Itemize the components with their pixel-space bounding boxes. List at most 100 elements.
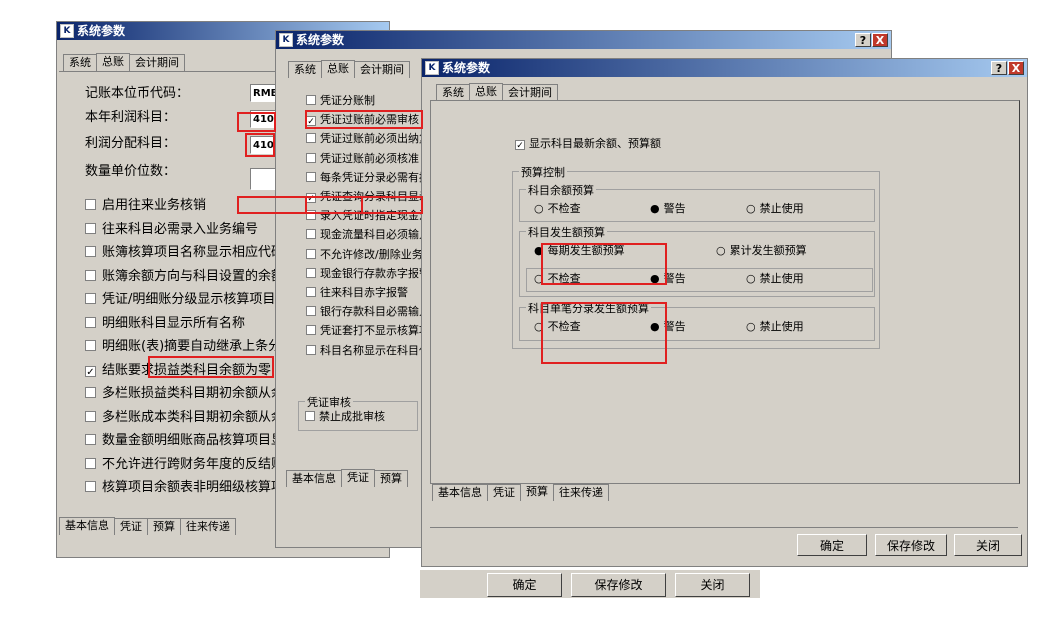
tab-period[interactable]: 会计期间 bbox=[354, 61, 410, 78]
ledger-option[interactable]: 明细账科目显示所有名称 bbox=[85, 312, 287, 336]
params-window-3: K 系统参数 ? X 系统 总账 会计期间 ✓ 显示科目最新余额、预算额 预算控制… bbox=[421, 58, 1028, 567]
checkbox-icon[interactable] bbox=[306, 171, 316, 182]
tab-system[interactable]: 系统 bbox=[63, 54, 97, 71]
checkbox-icon[interactable] bbox=[85, 457, 96, 469]
ledger-option[interactable]: 不允许进行跨财务年度的反结账 bbox=[85, 453, 287, 477]
tab-basic-info[interactable]: 基本信息 bbox=[432, 484, 488, 501]
checkbox-icon[interactable] bbox=[85, 316, 96, 328]
ok-button[interactable]: 确定 bbox=[797, 534, 867, 556]
app-logo-icon: K bbox=[60, 24, 74, 38]
voucher-option[interactable]: 不允许修改/删除业务系统凭证 bbox=[306, 246, 421, 264]
ledger-option[interactable]: 核算项目余额表非明细级核算项目余额合并在一个方向 bbox=[85, 476, 287, 500]
voucher-option[interactable]: 每条凭证分录必需有摘要 bbox=[306, 169, 421, 187]
option-label: 多栏账损益类科目期初余额从余额表取数 bbox=[102, 386, 287, 401]
help-icon[interactable]: ? bbox=[855, 33, 871, 47]
save-button[interactable]: 保存修改 bbox=[571, 573, 666, 597]
checkbox-icon[interactable] bbox=[306, 152, 316, 163]
checkbox-icon[interactable] bbox=[85, 199, 96, 210]
tab-period[interactable]: 会计期间 bbox=[129, 54, 185, 71]
tab-voucher[interactable]: 凭证 bbox=[341, 469, 375, 487]
voucher-option[interactable]: 现金银行存款赤字报警 bbox=[306, 265, 421, 283]
show-latest-option[interactable]: ✓ 显示科目最新余额、预算额 bbox=[515, 135, 661, 153]
radio-forbid[interactable]: ○ 禁止使用 bbox=[746, 318, 804, 336]
radio-icon[interactable]: ○ bbox=[716, 242, 726, 260]
tab-ledger[interactable]: 总账 bbox=[321, 60, 355, 78]
highlight-box bbox=[245, 133, 275, 157]
checkbox-icon[interactable] bbox=[306, 325, 316, 336]
radio-icon[interactable]: ○ bbox=[534, 200, 544, 218]
radio-icon[interactable]: ○ bbox=[746, 318, 756, 336]
checkbox-icon[interactable] bbox=[306, 267, 316, 278]
tab-budget[interactable]: 预算 bbox=[147, 518, 181, 535]
radio-cumulative[interactable]: ○ 累计发生额预算 bbox=[716, 242, 807, 260]
voucher-option[interactable]: 凭证过账前必须出纳复核 bbox=[306, 130, 421, 148]
ledger-option[interactable]: 多栏账成本类科目期初余额从余额表取数 bbox=[85, 406, 287, 430]
checkbox-icon[interactable] bbox=[306, 306, 316, 317]
checkbox-icon[interactable]: ✓ bbox=[515, 140, 525, 151]
checkbox-icon[interactable] bbox=[305, 411, 315, 421]
ok-button[interactable]: 确定 bbox=[487, 573, 562, 597]
radio-icon[interactable]: ○ bbox=[746, 200, 756, 218]
checkbox-icon[interactable] bbox=[85, 481, 96, 492]
checkbox-icon[interactable] bbox=[306, 229, 316, 240]
tab-transfer[interactable]: 往来传递 bbox=[553, 484, 609, 501]
voucher-option[interactable]: 凭证套打不显示核算项目名称 bbox=[306, 322, 421, 340]
distribution-label: 利润分配科目： bbox=[85, 136, 177, 151]
radio-forbid[interactable]: ○ 禁止使用 bbox=[746, 200, 804, 218]
checkbox-icon[interactable] bbox=[85, 269, 96, 281]
voucher-option[interactable]: 凭证过账前必须核准 bbox=[306, 150, 421, 168]
tab-basic-info[interactable]: 基本信息 bbox=[59, 517, 115, 535]
option-label: 凭证分账制 bbox=[320, 94, 375, 107]
ledger-option[interactable]: 账簿余额方向与科目设置的余额方向相同 bbox=[85, 265, 287, 289]
close-button[interactable]: 关闭 bbox=[954, 534, 1022, 556]
option-label: 多栏账成本类科目期初余额从余额表取数 bbox=[102, 409, 287, 425]
tab-budget[interactable]: 预算 bbox=[520, 483, 554, 501]
tab-voucher[interactable]: 凭证 bbox=[487, 484, 521, 501]
tab-voucher[interactable]: 凭证 bbox=[114, 518, 148, 535]
ledger-option[interactable]: 多栏账损益类科目期初余额从余额表取数 bbox=[85, 382, 287, 406]
voucher-option[interactable]: 往来科目赤字报警 bbox=[306, 284, 421, 302]
ledger-option[interactable]: 往来科目必需录入业务编号 bbox=[85, 218, 287, 242]
radio-icon[interactable]: ○ bbox=[746, 270, 756, 288]
voucher-option[interactable]: 凭证分账制 bbox=[306, 92, 421, 110]
close-icon[interactable]: X bbox=[872, 33, 888, 47]
checkbox-icon[interactable] bbox=[306, 133, 316, 144]
voucher-option[interactable]: 现金流量科目必须输入现金流量项目 bbox=[306, 226, 421, 244]
tab-system[interactable]: 系统 bbox=[436, 84, 470, 101]
checkbox-icon[interactable] bbox=[85, 246, 96, 257]
help-icon[interactable]: ? bbox=[991, 61, 1007, 75]
voucher-option[interactable]: 科目名称显示在科目代码之后 bbox=[306, 342, 421, 360]
window-title: 系统参数 bbox=[442, 61, 491, 75]
checkbox-icon[interactable] bbox=[306, 95, 316, 105]
tab-period[interactable]: 会计期间 bbox=[502, 84, 558, 101]
tab-ledger[interactable]: 总账 bbox=[469, 83, 503, 101]
radio-warn[interactable]: ● 警告 bbox=[650, 200, 686, 218]
checkbox-icon[interactable] bbox=[85, 410, 96, 422]
checkbox-icon[interactable] bbox=[85, 222, 96, 234]
checkbox-icon[interactable] bbox=[306, 344, 316, 355]
ledger-option[interactable]: 数量金额明细账商品核算项目显示规格型号 bbox=[85, 429, 287, 453]
tab-basic-info[interactable]: 基本信息 bbox=[286, 470, 342, 487]
ledger-option[interactable]: 凭证/明细账分级显示核算项目名称 bbox=[85, 288, 287, 312]
tab-ledger[interactable]: 总账 bbox=[96, 53, 130, 71]
checkbox-icon[interactable] bbox=[306, 287, 316, 297]
radio-selected-icon[interactable]: ● bbox=[650, 200, 660, 218]
tab-budget[interactable]: 预算 bbox=[374, 470, 408, 487]
checkbox-icon[interactable] bbox=[85, 387, 96, 398]
radio-forbid[interactable]: ○ 禁止使用 bbox=[746, 270, 804, 288]
voucher-option[interactable]: 银行存款科目必需输入结算方式和结算号 bbox=[306, 303, 421, 321]
balance-budget-label: 科目余额预算 bbox=[526, 182, 596, 198]
review-option[interactable]: 禁止成批审核 bbox=[305, 408, 385, 426]
radio-none[interactable]: ○ 不检查 bbox=[534, 200, 581, 218]
checkbox-icon[interactable]: ✓ bbox=[85, 365, 96, 378]
checkbox-icon[interactable] bbox=[85, 340, 96, 351]
checkbox-icon[interactable] bbox=[306, 248, 316, 259]
ledger-option[interactable]: 账簿核算项目名称显示相应代码 bbox=[85, 241, 287, 265]
checkbox-icon[interactable] bbox=[85, 293, 96, 304]
close-button[interactable]: 关闭 bbox=[675, 573, 750, 597]
checkbox-icon[interactable] bbox=[85, 434, 96, 445]
tab-transfer[interactable]: 往来传递 bbox=[180, 518, 236, 535]
close-icon[interactable]: X bbox=[1008, 61, 1024, 75]
tab-system[interactable]: 系统 bbox=[288, 61, 322, 78]
save-button[interactable]: 保存修改 bbox=[875, 534, 947, 556]
